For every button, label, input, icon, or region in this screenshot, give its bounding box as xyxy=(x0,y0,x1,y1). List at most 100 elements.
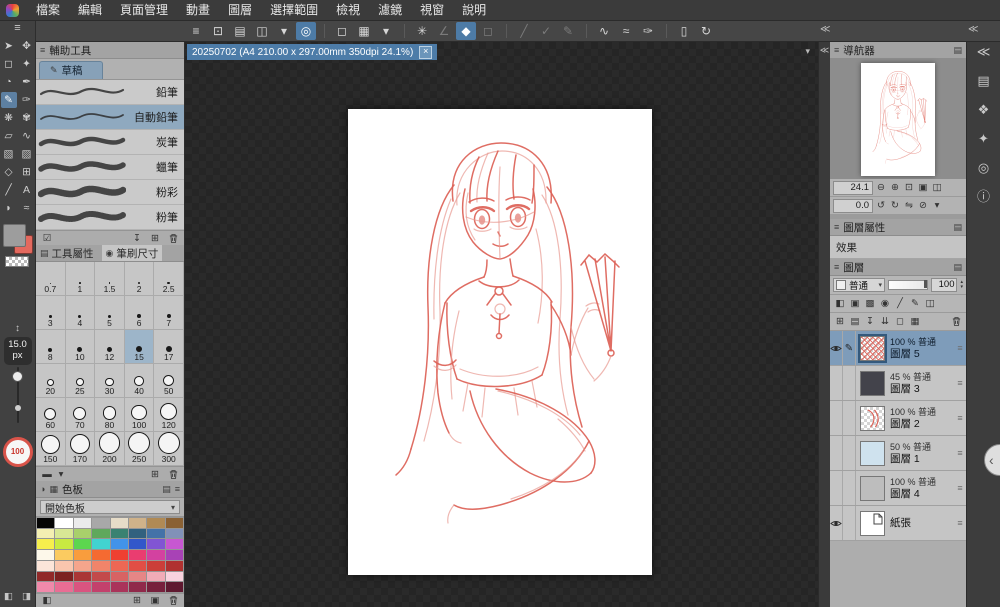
menu-help[interactable]: 說明 xyxy=(453,0,495,20)
slider-knob[interactable] xyxy=(11,370,23,382)
brush-size-300[interactable]: 300 xyxy=(154,432,184,466)
color-swatch-r4c5[interactable] xyxy=(110,550,128,560)
flip-horizontal-icon[interactable]: ⇋ xyxy=(903,199,915,212)
collapse-dock-icon[interactable]: ≪ xyxy=(820,24,830,35)
color-swatch-r5c1[interactable] xyxy=(37,560,55,571)
color-swatch-r3c4[interactable] xyxy=(92,539,110,550)
layer-visibility-toggle[interactable] xyxy=(830,366,843,400)
color-swatch-r4c2[interactable] xyxy=(55,550,73,560)
snap-line-icon[interactable]: ╱ xyxy=(514,22,534,40)
subtool-pastel[interactable]: 粉彩 xyxy=(36,180,184,205)
duplicate-subtool-icon[interactable]: ⊞ xyxy=(149,232,161,245)
menu-page-manage[interactable]: 頁面管理 xyxy=(111,0,177,20)
operation-tool[interactable]: ➤ xyxy=(1,38,17,54)
color-swatch-r4c4[interactable] xyxy=(92,550,110,560)
clip-to-below-icon[interactable]: ◧ xyxy=(834,297,846,310)
fill-polygon-icon[interactable]: ◆ xyxy=(456,21,476,40)
brush-size-40[interactable]: 40 xyxy=(124,364,155,398)
gradient-tool[interactable]: ▨ xyxy=(19,146,35,162)
brush-size-3[interactable]: 3 xyxy=(36,296,66,330)
brush-size-2[interactable]: 2 xyxy=(124,262,155,296)
move-layer-tool[interactable]: ✥ xyxy=(19,38,35,54)
material-tab-icon[interactable]: ❖ xyxy=(978,103,990,117)
subview-tab-icon[interactable]: ◎ xyxy=(978,161,989,175)
main-color-chip[interactable] xyxy=(2,224,26,247)
brush-size-8[interactable]: 8 xyxy=(36,330,66,364)
layer-thumbnail[interactable] xyxy=(860,440,885,466)
color-swatch-r5c2[interactable] xyxy=(55,560,73,571)
transfer-to-below-icon[interactable]: ↧ xyxy=(864,315,876,328)
brush-size-25[interactable]: 25 xyxy=(65,364,96,398)
canvas[interactable] xyxy=(348,109,652,575)
palette-options-icon[interactable]: ▤ xyxy=(162,484,171,495)
eyedropper-tool[interactable]: ◔ xyxy=(1,74,17,90)
brush-size-120[interactable]: 120 xyxy=(154,398,184,432)
tab-tool-property[interactable]: ▤ 工具屬性 xyxy=(36,245,98,261)
create-mask-icon[interactable]: ◻ xyxy=(894,315,906,328)
text-tool[interactable]: A xyxy=(19,182,35,198)
layer-grip[interactable]: ≡ xyxy=(954,518,966,528)
ruler-tool[interactable]: ╱ xyxy=(1,182,17,198)
opacity-indicator[interactable]: 100 xyxy=(2,436,33,467)
draw-correction-icon[interactable]: ✎ xyxy=(558,22,578,40)
canvas-area[interactable]: 20250702 (A4 210.00 x 297.00mm 350dpi 24… xyxy=(185,42,818,607)
line-correct-tool[interactable]: ≈ xyxy=(19,200,35,216)
brush-size-15[interactable]: 15 xyxy=(124,330,155,364)
brush-size-1.5[interactable]: 1.5 xyxy=(95,262,125,296)
color-swatch-r1c7[interactable] xyxy=(147,518,165,528)
information-tab-icon[interactable]: ⓘ xyxy=(977,190,990,204)
layer-panel-menu-icon[interactable]: ≡ xyxy=(834,262,839,272)
subtool-chalk[interactable]: 粉筆 xyxy=(36,205,184,230)
delete-color-icon[interactable] xyxy=(167,594,179,607)
tool-palette-menu-icon[interactable]: ≡ xyxy=(0,20,35,36)
enable-mask-icon[interactable]: ◉ xyxy=(879,297,891,310)
color-swatch-r3c6[interactable] xyxy=(128,539,147,550)
eraser-tool[interactable]: ▱ xyxy=(1,128,17,144)
navigator-preview[interactable] xyxy=(830,59,966,179)
color-swatch-r7c5[interactable] xyxy=(110,582,128,592)
subtool-group-tab-draft[interactable]: ✎ 草稿 xyxy=(39,61,103,79)
layer-grip[interactable]: ≡ xyxy=(954,483,966,493)
brush-size-2.5[interactable]: 2.5 xyxy=(154,262,184,296)
brush-size-17[interactable]: 17 xyxy=(154,330,184,364)
selection-launcher-icon[interactable]: ◻ xyxy=(332,22,352,40)
brush-size-20[interactable]: 20 xyxy=(36,364,66,398)
tab-list-chevron-icon[interactable]: ▾ xyxy=(805,46,810,57)
color-swatch-r4c8[interactable] xyxy=(165,550,183,560)
color-swatch-r3c8[interactable] xyxy=(165,539,183,550)
subtool-pencil[interactable]: 鉛筆 xyxy=(36,80,184,105)
brush-size-150[interactable]: 150 xyxy=(36,432,66,466)
selection-tool[interactable]: ◻ xyxy=(1,56,17,72)
color-swatch-r6c8[interactable] xyxy=(165,571,183,582)
color-swatch-r3c5[interactable] xyxy=(110,539,128,550)
brush-size-50[interactable]: 50 xyxy=(154,364,184,398)
panel-menu-icon[interactable]: ▤ xyxy=(953,45,962,56)
window-fit-icon[interactable]: ⊡ xyxy=(208,22,228,40)
color-swatch-r1c6[interactable] xyxy=(128,518,147,528)
color-swatch-r7c2[interactable] xyxy=(55,582,73,592)
brush-size-70[interactable]: 70 xyxy=(65,398,96,432)
reset-rotation-icon[interactable]: ⊘ xyxy=(917,199,929,212)
color-swatch-r1c5[interactable] xyxy=(110,518,128,528)
color-swatch-r3c7[interactable] xyxy=(147,539,165,550)
zoom-value[interactable]: 24.1 xyxy=(833,180,873,195)
tab-brush-size[interactable]: ◉ 筆刷尺寸 xyxy=(101,245,163,261)
panel-divider[interactable]: ≪ xyxy=(818,42,830,607)
subtool-crayon[interactable]: 蠟筆 xyxy=(36,155,184,180)
brush-size-slider[interactable] xyxy=(0,365,36,427)
color-swatch-r2c6[interactable] xyxy=(128,528,147,539)
stroke-wave-icon[interactable]: ∿ xyxy=(594,22,614,40)
color-swatch-r5c8[interactable] xyxy=(165,560,183,571)
stroke-bar-icon[interactable]: ▬ xyxy=(41,468,53,481)
color-swatch-r7c8[interactable] xyxy=(165,582,183,592)
menu-view[interactable]: 檢視 xyxy=(327,0,369,20)
set-draft-icon[interactable]: ✎ xyxy=(909,297,921,310)
merge-to-below-icon[interactable]: ⇊ xyxy=(879,315,891,328)
selection-convert-icon[interactable]: ▦ xyxy=(354,22,374,40)
delete-subtool-icon[interactable] xyxy=(167,232,179,245)
decoration-tool[interactable]: ✾ xyxy=(19,110,35,126)
panel-menu-icon[interactable]: ▤ xyxy=(953,222,962,233)
color-mix-icon[interactable]: ◎ xyxy=(296,21,316,40)
layer-thumbnail[interactable] xyxy=(860,405,885,431)
companion-device-icon[interactable]: ▯ xyxy=(674,22,694,40)
